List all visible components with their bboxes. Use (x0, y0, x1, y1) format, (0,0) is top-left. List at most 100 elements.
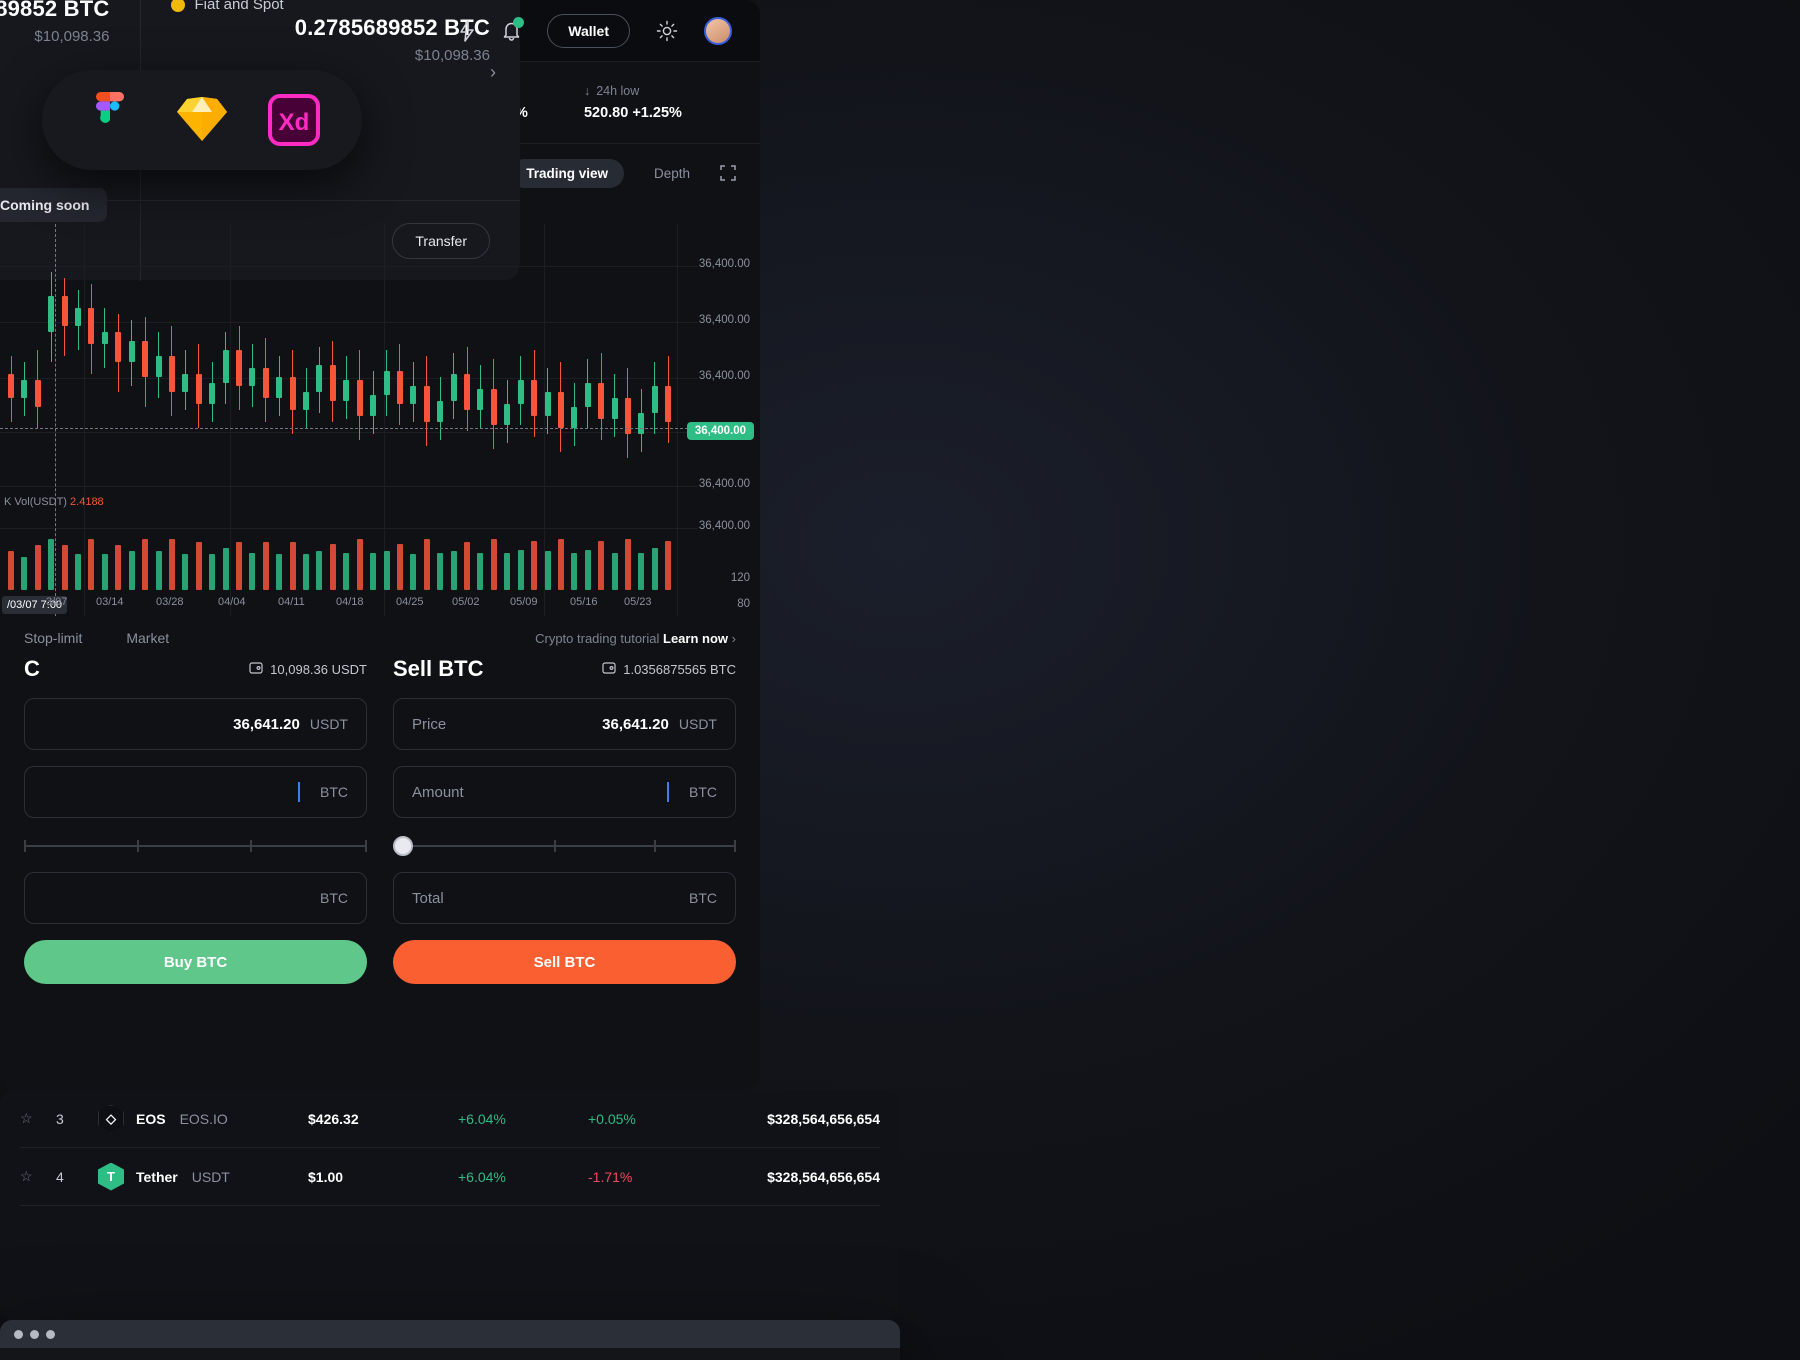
volume-bar (236, 542, 242, 590)
x-axis-label: 04/18 (336, 596, 364, 608)
wallet-icon (249, 661, 263, 677)
volume-bar (410, 554, 417, 590)
order-forms: C 10,098.36 USDT 36,641.20 USDT BTC BTC … (0, 656, 760, 984)
volume-bar (115, 545, 122, 590)
candle-body (651, 386, 658, 413)
slider-knob[interactable] (393, 836, 413, 856)
window-dot[interactable] (14, 1329, 23, 1339)
row-rank: 3 (56, 1110, 64, 1127)
adobe-xd-icon[interactable]: Xd (266, 92, 322, 148)
candle-body (665, 386, 672, 422)
candle-body (34, 380, 41, 407)
slider-tick (250, 840, 253, 852)
table-row[interactable]: ☆ 4 T Tether USDT $1.00 +6.04% -1.71% $3… (20, 1148, 880, 1206)
lightning-icon[interactable] (458, 19, 476, 42)
volume-bar (168, 539, 175, 590)
candlestick-chart[interactable]: 36,400.00 36,400.00 36,400.00 36,400.00 36,4… (0, 224, 760, 616)
buy-btc-button[interactable]: Buy BTC (24, 940, 367, 984)
x-axis-label: 3/07 (46, 596, 68, 608)
volume-bar (531, 540, 538, 590)
window-dot[interactable] (46, 1329, 55, 1339)
volume-bar (209, 554, 216, 590)
candle-body (155, 356, 162, 377)
candle-body (168, 356, 175, 392)
window-dot[interactable] (30, 1329, 39, 1339)
chevron-right-icon: › (731, 630, 736, 646)
sell-total-placeholder: Total (412, 889, 444, 907)
arrow-down-icon: ↓ (583, 84, 591, 98)
design-tool-dock: Xd (42, 70, 362, 170)
price-axis-label: 36,400.00 (698, 370, 750, 382)
sun-icon[interactable] (656, 20, 678, 42)
buy-price-input[interactable]: 36,641.20 USDT (24, 698, 367, 750)
volume-bar (477, 552, 484, 590)
candle-body (262, 368, 269, 398)
learn-now-link[interactable]: Learn now (663, 631, 728, 646)
tab-trading-view[interactable]: Trading view (510, 158, 624, 188)
trading-tutorial-link[interactable]: Crypto trading tutorial Learn now › (535, 631, 736, 646)
price-axis-label: 36,400.00 (698, 478, 750, 490)
x-axis-label: 04/11 (278, 596, 305, 608)
tether-icon: T (98, 1162, 124, 1191)
x-axis-label: 03/14 (96, 596, 124, 608)
figma-icon[interactable] (82, 92, 138, 148)
price-axis-label: 36,400.00 (698, 258, 750, 270)
window-titlebar (0, 1320, 900, 1348)
volume-bar (571, 552, 578, 590)
wallet-icon (602, 661, 616, 677)
sell-price-input[interactable]: Price 36,641.20 USDT (393, 698, 736, 750)
tab-stop-limit[interactable]: Stop-limit (24, 630, 82, 646)
sell-amount-unit: BTC (689, 784, 717, 800)
volume-bar (517, 549, 524, 590)
sell-amount-slider[interactable] (393, 834, 736, 858)
order-type-tabs: Stop-limit Market Crypto trading tutoria… (0, 616, 760, 656)
sell-form-title: Sell BTC (393, 656, 484, 681)
volume-bar (624, 539, 631, 590)
buy-amount-input[interactable]: BTC (24, 766, 367, 818)
volume-axis-label: 80 (737, 598, 750, 610)
sell-total-input[interactable]: Total BTC (393, 872, 736, 924)
sell-order-form: Sell BTC 1.0356875565 BTC Price 36,641.2… (393, 656, 736, 984)
tab-depth[interactable]: Depth (638, 159, 706, 188)
star-icon[interactable]: ☆ (20, 1168, 56, 1185)
candle-body (21, 380, 28, 398)
candle-body (48, 296, 55, 332)
row-change-2: -1.71% (588, 1168, 633, 1185)
bell-icon[interactable] (502, 17, 525, 41)
avatar[interactable] (704, 16, 732, 45)
candle-body (303, 392, 310, 410)
buy-form-title: C (24, 656, 40, 681)
volume-legend-label: Vol(USDT) (14, 496, 67, 508)
chart-view-controls: Trading view Depth (510, 158, 736, 188)
notification-badge-dot (513, 17, 525, 28)
candle-body (128, 341, 135, 362)
candle-body (490, 389, 497, 425)
volume-legend-k: K (4, 496, 12, 508)
candle-body (329, 365, 336, 401)
sell-balance: 1.0356875565 BTC (602, 662, 736, 677)
buy-price-unit: USDT (309, 716, 348, 732)
volume-bar (222, 548, 229, 590)
volume-bar (262, 542, 269, 590)
slider-track (393, 845, 736, 847)
sell-btc-button[interactable]: Sell BTC (393, 940, 736, 984)
tab-market[interactable]: Market (126, 630, 169, 646)
expand-icon[interactable] (720, 165, 736, 181)
fiat-and-spot-label: Fiat and Spot (194, 0, 284, 13)
table-row[interactable]: ☆ 3 ◇ EOS EOS.IO $426.32 +6.04% +0.05% $… (20, 1090, 880, 1148)
chevron-right-icon[interactable]: › (490, 62, 496, 83)
row-change-1: +6.04% (458, 1168, 506, 1185)
stat-24h-low-label-row: ↓ 24h low (584, 84, 682, 98)
sketch-icon[interactable] (174, 92, 230, 148)
row-coin: T Tether USDT (98, 1162, 308, 1191)
wallet-button[interactable]: Wallet (547, 13, 630, 48)
buy-amount-slider[interactable] (24, 834, 367, 858)
candle-body (101, 332, 108, 344)
star-icon[interactable]: ☆ (20, 1110, 56, 1127)
volume-bar (316, 551, 323, 590)
sell-amount-input[interactable]: Amount BTC (393, 766, 736, 818)
buy-total-input[interactable]: BTC (24, 872, 367, 924)
candle-body (410, 386, 417, 404)
volume-legend: K Vol(USDT) 2.4188 (4, 496, 104, 508)
row-change-1: +6.04% (458, 1110, 506, 1127)
